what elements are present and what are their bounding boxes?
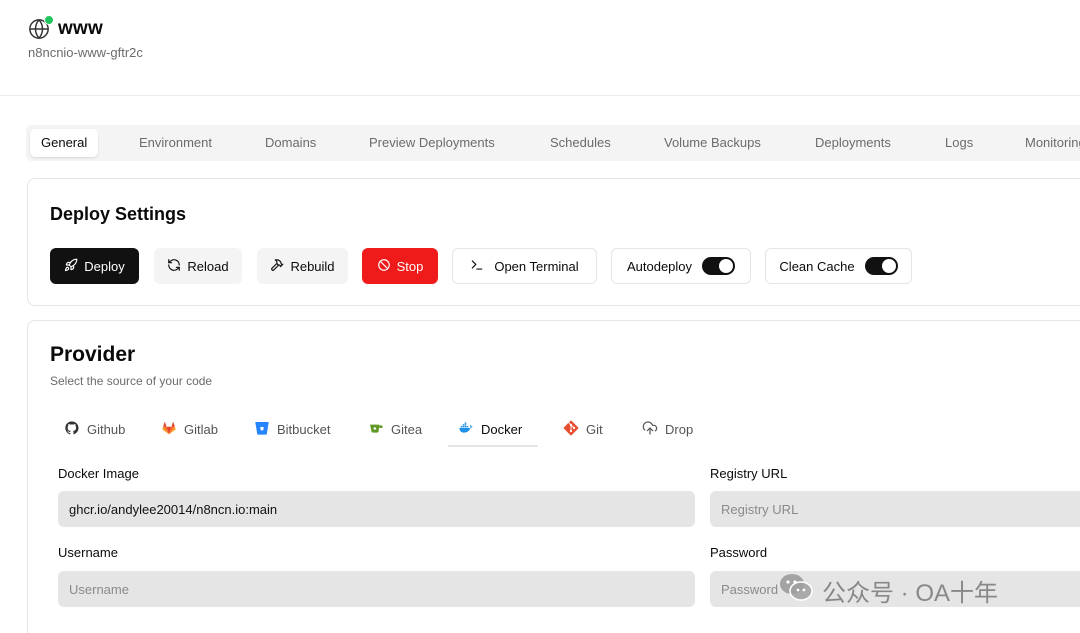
- clean-cache-switch[interactable]: [864, 257, 898, 275]
- gitea-label: Gitea: [391, 421, 423, 437]
- autodeploy-toggle-button[interactable]: Autodeploy: [611, 248, 751, 284]
- rebuild-label: Rebuild: [290, 258, 335, 274]
- open-terminal-button[interactable]: Open Terminal: [452, 248, 597, 284]
- provider-subtitle: Select the source of your code: [50, 374, 213, 388]
- provider-tab-gitlab[interactable]: Gitlab: [161, 415, 218, 443]
- docker-image-label: Docker Image: [58, 466, 139, 481]
- tab-general[interactable]: General: [30, 129, 99, 157]
- tab-preview-deployments[interactable]: Preview Deployments: [369, 129, 495, 157]
- deploy-settings-title: Deploy Settings: [50, 204, 187, 224]
- docker-label: Docker: [481, 421, 523, 437]
- gitlab-icon: [161, 420, 177, 439]
- registry-url-input[interactable]: [710, 491, 1080, 527]
- stop-button[interactable]: Stop: [362, 248, 438, 284]
- provider-tab-drop[interactable]: Drop: [642, 415, 693, 443]
- watermark-text: 公众号 · OA十年: [822, 580, 999, 607]
- active-tab-indicator: [448, 445, 538, 447]
- rocket-icon: [64, 258, 78, 275]
- refresh-icon: [167, 258, 181, 275]
- clean-cache-label: Clean Cache: [779, 258, 855, 274]
- provider-title: Provider: [50, 343, 136, 366]
- docker-image-input[interactable]: [58, 491, 695, 527]
- tab-monitoring[interactable]: Monitoring: [1025, 129, 1080, 157]
- globe-icon: [28, 15, 54, 40]
- bitbucket-icon: [254, 420, 270, 439]
- github-icon: [64, 420, 80, 439]
- deploy-settings-card: Deploy Settings Deploy Reload Rebuild St…: [27, 178, 1080, 306]
- tab-schedules[interactable]: Schedules: [550, 129, 611, 157]
- clean-cache-toggle-button[interactable]: Clean Cache: [765, 248, 912, 284]
- drop-label: Drop: [665, 421, 694, 437]
- watermark: 公众号 · OA十年: [778, 572, 998, 609]
- tabs-bar: General Environment Domains Preview Depl…: [26, 125, 1080, 161]
- rebuild-button[interactable]: Rebuild: [257, 248, 348, 284]
- open-terminal-label: Open Terminal: [494, 258, 579, 274]
- terminal-icon: [470, 258, 484, 275]
- provider-tab-gitea[interactable]: Gitea: [368, 415, 422, 443]
- gitea-icon: [368, 420, 384, 439]
- git-label: Git: [586, 421, 603, 437]
- app-title: www: [58, 18, 103, 39]
- status-dot: [44, 15, 54, 25]
- provider-tab-git[interactable]: Git: [563, 415, 603, 443]
- tab-volume-backups[interactable]: Volume Backups: [664, 129, 761, 157]
- provider-tab-bitbucket[interactable]: Bitbucket: [254, 415, 330, 443]
- tab-environment[interactable]: Environment: [139, 129, 212, 157]
- password-label: Password: [710, 545, 768, 560]
- provider-tab-docker[interactable]: Docker: [458, 415, 522, 443]
- deploy-label: Deploy: [84, 258, 125, 274]
- username-label: Username: [58, 545, 118, 560]
- autodeploy-switch[interactable]: [702, 257, 736, 275]
- title-row: www: [28, 15, 103, 40]
- reload-label: Reload: [187, 258, 229, 274]
- github-label: Github: [87, 421, 126, 437]
- switch-knob: [881, 259, 896, 273]
- reload-button[interactable]: Reload: [154, 248, 242, 284]
- tab-logs[interactable]: Logs: [945, 129, 973, 157]
- tab-deployments[interactable]: Deployments: [815, 129, 891, 157]
- git-icon: [563, 420, 579, 439]
- username-input[interactable]: [58, 571, 695, 607]
- cloud-upload-icon: [642, 420, 658, 439]
- wechat-icon: [778, 572, 814, 609]
- page: www n8ncnio-www-gftr2c General Environme…: [0, 0, 1080, 633]
- bitbucket-label: Bitbucket: [277, 421, 331, 437]
- stop-label: Stop: [396, 258, 424, 274]
- autodeploy-label: Autodeploy: [626, 258, 693, 274]
- hammer-icon: [270, 258, 284, 275]
- docker-icon: [458, 420, 474, 439]
- switch-knob: [719, 259, 734, 273]
- provider-tab-github[interactable]: Github: [64, 415, 125, 443]
- deploy-button[interactable]: Deploy: [50, 248, 139, 284]
- registry-url-label: Registry URL: [710, 466, 788, 481]
- gitlab-label: Gitlab: [184, 421, 218, 437]
- tab-domains[interactable]: Domains: [265, 129, 316, 157]
- ban-icon: [377, 258, 391, 275]
- app-subtitle: n8ncnio-www-gftr2c: [28, 45, 143, 60]
- app-header: www n8ncnio-www-gftr2c: [0, 0, 1080, 96]
